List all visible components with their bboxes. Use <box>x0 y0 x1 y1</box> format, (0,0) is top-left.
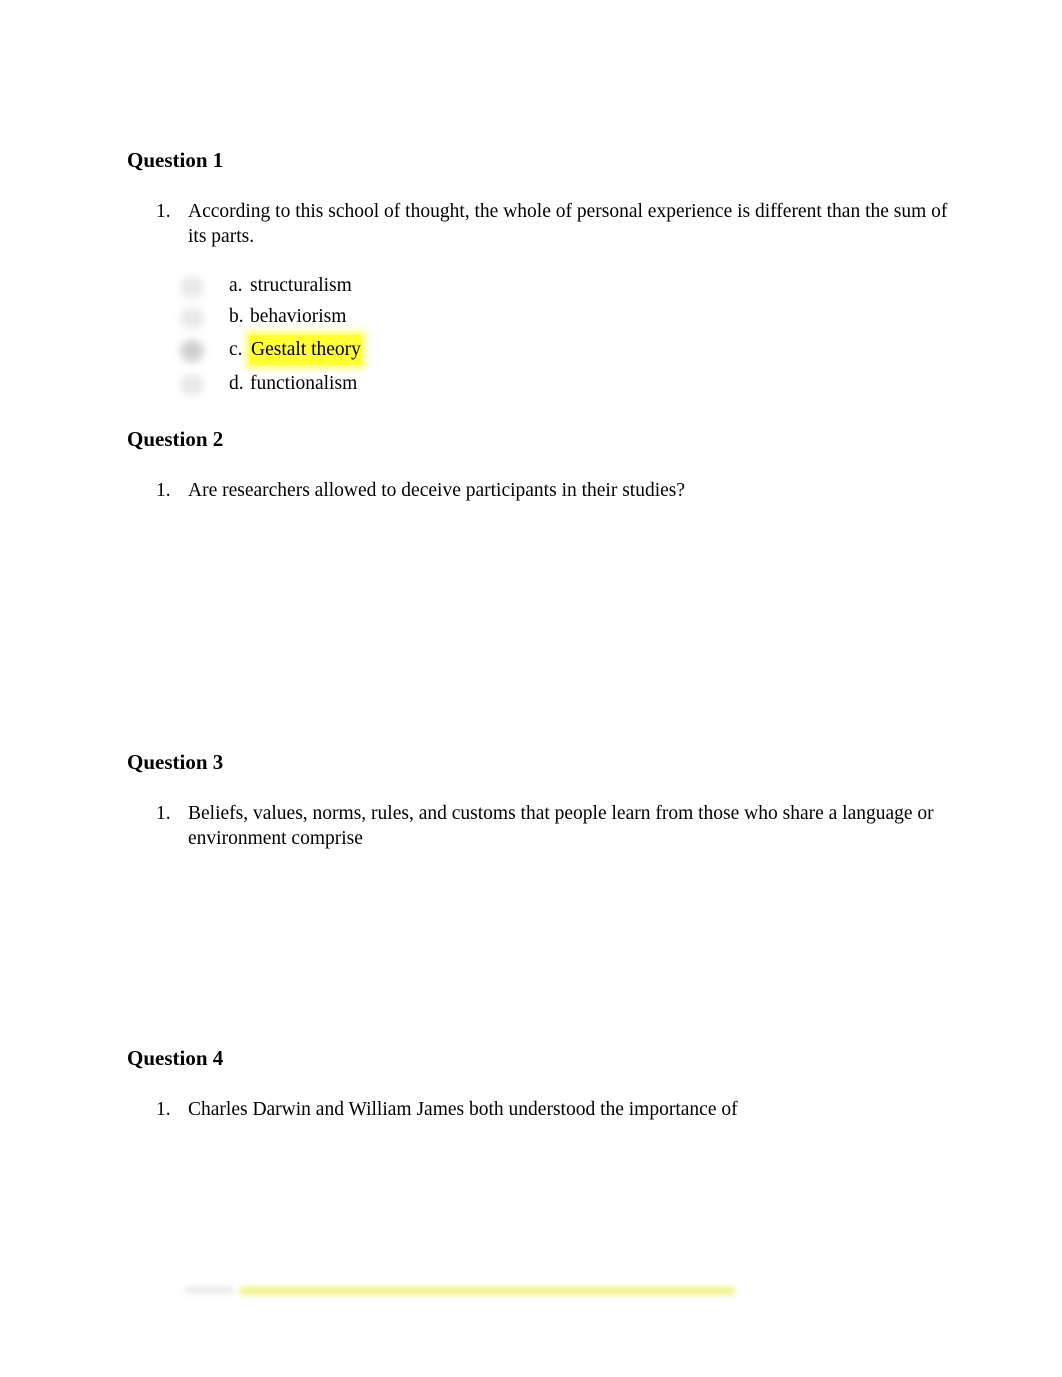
question-number: 1. <box>156 480 171 501</box>
question-text: Are researchers allowed to deceive parti… <box>188 480 686 501</box>
question-number: 1. <box>156 803 171 824</box>
question-text: Charles Darwin and William James both un… <box>188 1099 738 1120</box>
question-1-heading: Question 1 <box>127 148 224 172</box>
option-text: functionalism <box>250 373 358 394</box>
option-letter: d. <box>229 373 244 394</box>
option-letter: b. <box>229 306 244 327</box>
question-number: 1. <box>156 1099 171 1120</box>
option-text: behaviorism <box>250 306 347 327</box>
question-text: According to this school of thought, the… <box>188 201 948 247</box>
question-3-heading: Question 3 <box>127 750 224 774</box>
option-text: structuralism <box>250 275 352 296</box>
question-4-heading: Question 4 <box>127 1046 224 1070</box>
radio-button-selected-icon[interactable] <box>180 340 204 362</box>
highlighted-answer: Gestalt theory <box>250 335 362 365</box>
blurred-content <box>185 1287 233 1293</box>
option-letter: a. <box>229 275 243 296</box>
radio-button-icon[interactable] <box>180 276 204 298</box>
question-text: Beliefs, values, norms, rules, and custo… <box>188 803 934 849</box>
question-number: 1. <box>156 201 171 222</box>
blurred-highlight <box>240 1287 735 1295</box>
radio-button-icon[interactable] <box>180 307 204 329</box>
option-letter: c. <box>229 339 243 360</box>
question-2-heading: Question 2 <box>127 427 224 451</box>
radio-button-icon[interactable] <box>180 374 204 396</box>
